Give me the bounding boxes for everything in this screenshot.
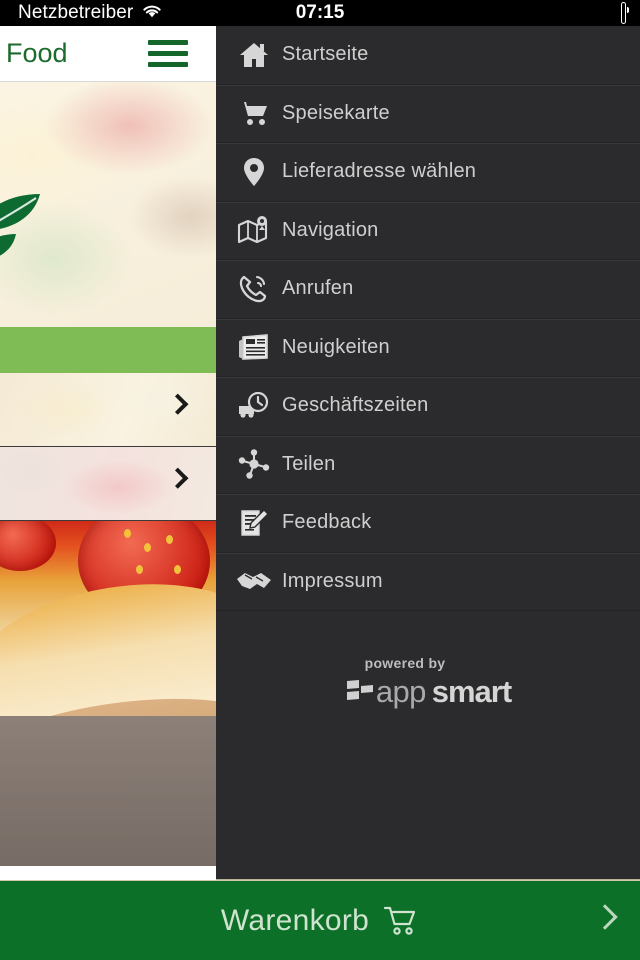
wifi-icon xyxy=(141,3,163,24)
tomato-slice xyxy=(0,521,56,571)
list-item[interactable] xyxy=(0,447,216,521)
delivery-clock-icon xyxy=(226,391,282,420)
newspaper-icon xyxy=(226,333,282,361)
hamburger-menu-icon[interactable] xyxy=(148,40,188,67)
brand-app-text: app xyxy=(375,674,427,709)
menu-item-label: Lieferadresse wählen xyxy=(282,160,477,183)
appsmart-logo-icon xyxy=(346,680,373,700)
menu-item-lieferadresse[interactable]: Lieferadresse wählen xyxy=(216,143,640,202)
handshake-icon xyxy=(226,569,282,593)
menu-item-label: Impressum xyxy=(282,569,383,592)
menu-item-neuigkeiten[interactable]: Neuigkeiten xyxy=(216,319,640,377)
menu-item-geschaeftszeiten[interactable]: Geschäftszeiten xyxy=(216,377,640,436)
menu-item-navigation[interactable]: Navigation xyxy=(216,202,640,260)
underlying-app-panel: Food xyxy=(0,26,216,880)
map-pin-icon xyxy=(226,157,282,187)
status-bar-left: Netzbetreiber xyxy=(18,2,163,24)
menu-item-startseite[interactable]: Startseite xyxy=(216,26,640,85)
phone-call-icon xyxy=(226,274,282,304)
home-icon xyxy=(226,41,282,69)
cart-bar-content: Warenkorb xyxy=(221,904,419,938)
table-surface xyxy=(0,716,216,866)
list-item-overlay xyxy=(0,447,216,520)
list-item[interactable] xyxy=(0,373,216,447)
status-bar-right xyxy=(621,0,629,26)
shopping-cart-icon xyxy=(226,99,282,127)
status-bar: Netzbetreiber 07:15 xyxy=(0,0,640,26)
food-photo xyxy=(0,521,216,866)
menu-item-label: Anrufen xyxy=(282,277,354,300)
appsmart-brand: app smart xyxy=(345,674,512,710)
menu-item-feedback[interactable]: Feedback xyxy=(216,494,640,553)
map-icon xyxy=(226,216,282,244)
menu-item-label: Geschäftszeiten xyxy=(282,394,429,417)
menu-item-anrufen[interactable]: Anrufen xyxy=(216,260,640,319)
menu-item-label: Startseite xyxy=(282,43,369,66)
menu-item-label: Neuigkeiten xyxy=(282,335,390,358)
menu-item-label: Teilen xyxy=(282,452,336,475)
side-menu-panel: Startseite Speisekarte Lieferadresse wäh… xyxy=(216,26,640,880)
leaf-logo-icon xyxy=(0,194,40,256)
phone-screen: Netzbetreiber 07:15 Food Startseite Spei… xyxy=(0,0,640,960)
carrier-label: Netzbetreiber xyxy=(18,2,134,23)
promo-band xyxy=(0,327,216,373)
document-pen-icon xyxy=(226,508,282,538)
battery-full-icon xyxy=(621,1,629,24)
list-item-overlay xyxy=(0,373,216,446)
menu-item-label: Navigation xyxy=(282,218,379,241)
menu-item-impressum[interactable]: Impressum xyxy=(216,553,640,611)
cart-bar[interactable]: Warenkorb xyxy=(0,880,640,960)
hero-food-image xyxy=(0,82,216,327)
chevron-right-icon xyxy=(592,903,618,930)
share-network-icon xyxy=(226,449,282,479)
brand-smart-text: smart xyxy=(431,674,512,709)
menu-item-label: Feedback xyxy=(282,511,372,534)
shopping-cart-icon xyxy=(383,905,419,937)
cart-label: Warenkorb xyxy=(220,903,370,937)
powered-by-label: powered by xyxy=(364,655,446,671)
app-header: Food xyxy=(0,26,216,82)
menu-item-speisekarte[interactable]: Speisekarte xyxy=(216,85,640,143)
menu-item-label: Speisekarte xyxy=(282,101,390,124)
menu-item-teilen[interactable]: Teilen xyxy=(216,436,640,494)
powered-by-block: powered by app smart xyxy=(216,655,640,710)
page-title: Food xyxy=(6,38,68,68)
